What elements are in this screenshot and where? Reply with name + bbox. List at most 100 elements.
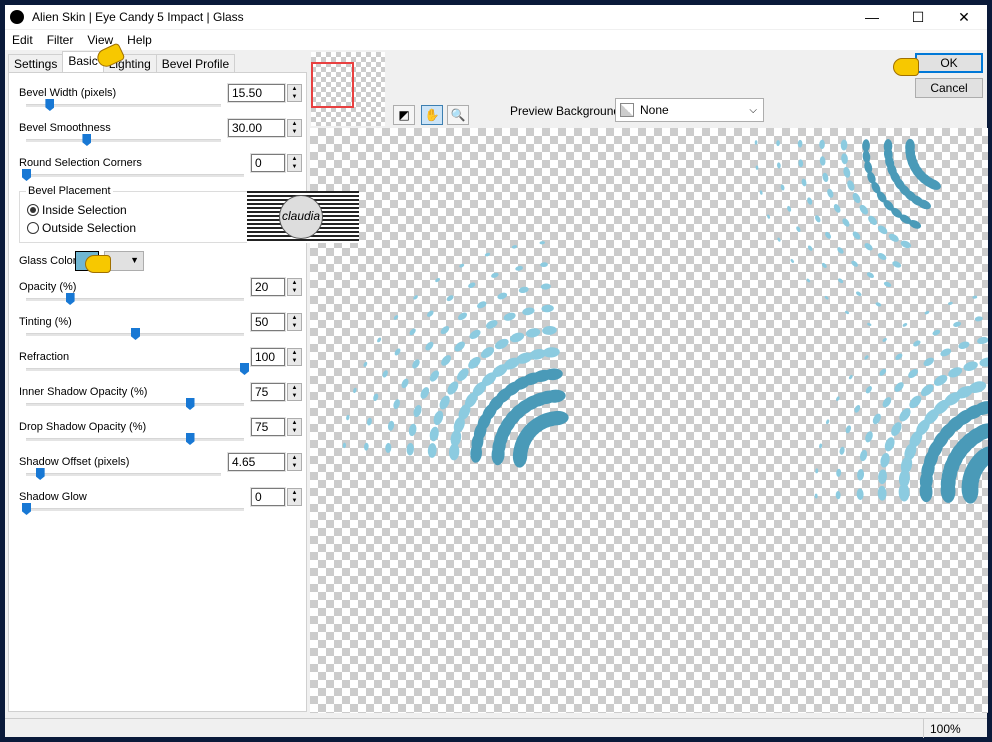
radio-checked-icon xyxy=(27,204,39,216)
glass-drop xyxy=(824,295,829,300)
tinting-slider[interactable] xyxy=(26,328,244,340)
glass-drop xyxy=(851,260,858,267)
glass-drop xyxy=(819,443,823,449)
glass-drop xyxy=(814,493,818,499)
glass-drop xyxy=(797,139,803,148)
glass-drop xyxy=(469,329,481,340)
glass-drop xyxy=(815,215,821,223)
tab-bevel-profile[interactable]: Bevel Profile xyxy=(155,54,236,72)
slider-thumb[interactable] xyxy=(65,293,75,305)
inner-shadow-input[interactable]: 75 xyxy=(250,382,286,402)
glass-drop xyxy=(920,384,934,397)
watermark-logo: claudia xyxy=(247,191,359,243)
shadow-offset-slider[interactable] xyxy=(26,468,221,480)
glass-drop xyxy=(948,367,963,378)
glass-drop xyxy=(542,325,557,335)
inner-shadow-label: Inner Shadow Opacity (%) xyxy=(19,386,148,398)
glass-drop xyxy=(497,292,508,300)
cancel-button[interactable]: Cancel xyxy=(915,78,983,98)
watermark-text: claudia xyxy=(279,195,323,239)
glass-drop xyxy=(864,243,873,251)
maximize-button[interactable]: ☐ xyxy=(895,5,941,29)
round-corners-slider[interactable] xyxy=(22,169,244,181)
glass-drop xyxy=(408,423,417,437)
glass-drop xyxy=(767,214,771,219)
opacity-spinner[interactable]: ▲ ▼ xyxy=(287,278,302,296)
slider-thumb[interactable] xyxy=(131,328,140,340)
zoom-tool-icon[interactable]: 🔍 xyxy=(447,105,469,125)
round-corners-spinner[interactable]: ▲ ▼ xyxy=(287,154,302,172)
round-corners-input[interactable]: 0 xyxy=(250,153,286,173)
preview-toggle-icon[interactable]: ◩ xyxy=(393,105,415,125)
slider-thumb[interactable] xyxy=(82,134,92,146)
bevel-smoothness-slider[interactable] xyxy=(26,134,221,146)
menu-edit[interactable]: Edit xyxy=(5,33,40,47)
shadow-glow-spinner[interactable]: ▲ ▼ xyxy=(287,488,302,506)
glass-drop xyxy=(413,405,422,418)
opacity-slider[interactable] xyxy=(26,293,244,305)
preview-background-select[interactable]: None ⌵ xyxy=(615,98,764,122)
drop-shadow-spinner[interactable]: ▲ ▼ xyxy=(287,418,302,436)
glass-drop xyxy=(429,426,439,442)
opacity-input[interactable]: 20 xyxy=(250,277,286,297)
ok-button[interactable]: OK xyxy=(915,53,983,73)
glass-drop xyxy=(540,262,548,268)
minimize-button[interactable]: — xyxy=(849,5,895,29)
tab-settings[interactable]: Settings xyxy=(8,54,64,72)
bevel-smoothness-spinner[interactable]: ▲ ▼ xyxy=(287,119,302,137)
slider-thumb[interactable] xyxy=(22,503,31,515)
glass-drop xyxy=(878,469,887,485)
refraction-slider[interactable] xyxy=(26,363,249,375)
slider-thumb[interactable] xyxy=(185,398,195,410)
tinting-label: Tinting (%) xyxy=(19,316,72,328)
glass-drop xyxy=(891,422,902,436)
inner-shadow-spinner[interactable]: ▲ ▼ xyxy=(287,383,302,401)
outside-selection-radio[interactable]: Outside Selection xyxy=(27,221,136,235)
glass-drop xyxy=(866,272,874,278)
tinting-input[interactable]: 50 xyxy=(250,312,286,332)
refraction-input[interactable]: 100 xyxy=(250,347,286,367)
tinting-spinner[interactable]: ▲ ▼ xyxy=(287,313,302,331)
shadow-offset-input[interactable]: 4.65 xyxy=(227,452,286,472)
bevel-smoothness-input[interactable]: 30.00 xyxy=(227,118,286,138)
preview-background-value: None xyxy=(640,103,669,117)
bevel-width-input[interactable]: 15.50 xyxy=(227,83,286,103)
glass-drop xyxy=(776,140,780,147)
drop-shadow-slider[interactable] xyxy=(26,433,244,445)
preview-canvas[interactable] xyxy=(310,128,988,713)
glass-drop xyxy=(429,370,440,382)
glass-drop xyxy=(837,247,844,254)
drop-shadow-input[interactable]: 75 xyxy=(250,417,286,437)
shadow-glow-slider[interactable] xyxy=(22,503,244,515)
glass-drop xyxy=(839,446,845,455)
bevel-width-spinner[interactable]: ▲ ▼ xyxy=(287,84,302,102)
slider-thumb[interactable] xyxy=(35,468,45,480)
slider-thumb[interactable] xyxy=(45,99,55,111)
glass-drop xyxy=(420,387,430,399)
slider-thumb[interactable] xyxy=(185,433,195,445)
glass-drop xyxy=(840,139,848,151)
navigator-viewport[interactable] xyxy=(311,62,354,108)
menu-filter[interactable]: Filter xyxy=(40,33,81,47)
inside-selection-radio[interactable]: Inside Selection xyxy=(27,203,127,217)
bevel-width-slider[interactable] xyxy=(26,99,221,111)
shadow-glow-input[interactable]: 0 xyxy=(250,487,286,507)
refraction-spinner[interactable]: ▲ ▼ xyxy=(287,348,302,366)
glass-drop xyxy=(807,197,813,205)
glass-drop xyxy=(932,329,941,336)
shadow-offset-spinner[interactable]: ▲ ▼ xyxy=(287,453,302,471)
inside-selection-label: Inside Selection xyxy=(42,203,127,217)
navigator-thumbnail[interactable] xyxy=(311,52,385,126)
slider-thumb[interactable] xyxy=(22,169,31,181)
inner-shadow-slider[interactable] xyxy=(26,398,244,410)
hand-tool-icon[interactable]: ✋ xyxy=(421,105,443,125)
glass-drop xyxy=(848,374,853,380)
menu-help[interactable]: Help xyxy=(120,33,159,47)
glass-drop xyxy=(387,420,395,431)
glass-drop xyxy=(924,310,930,315)
glass-drop xyxy=(843,166,851,178)
close-button[interactable]: ✕ xyxy=(941,5,987,29)
glass-drop xyxy=(974,316,983,322)
glass-drop xyxy=(425,341,434,351)
slider-thumb[interactable] xyxy=(240,363,249,375)
